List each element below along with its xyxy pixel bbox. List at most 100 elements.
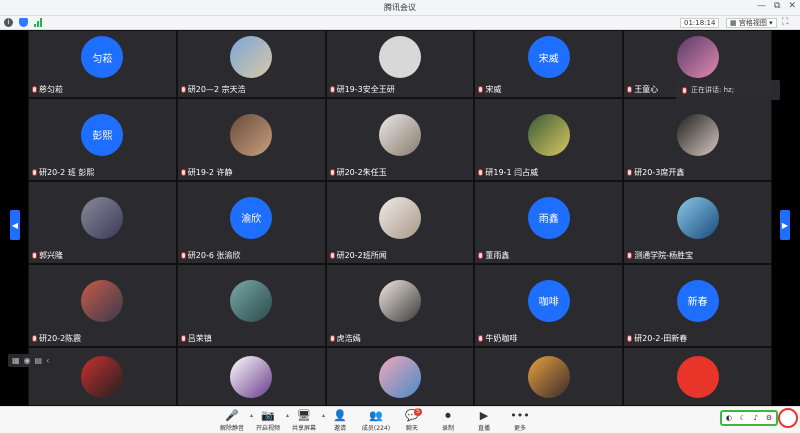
mic-muted-icon [627,169,633,176]
signal-icon[interactable] [34,18,43,27]
participant-label: 董雨鑫 [478,250,509,261]
view-mode-button[interactable]: ▦ 宫格视图 ▾ [726,18,777,28]
participant-name: 研19-3安全王研 [336,85,395,94]
participant-label: 研20-3席开鑫 [627,167,684,178]
toolbar-label: 直播 [477,425,490,432]
avatar [81,355,124,398]
toolbar-button-members[interactable]: 👥 成员(224) [358,409,394,432]
fullscreen-icon[interactable]: ⛶ [782,17,788,27]
participant-tile[interactable]: 研19-2 许静 [176,98,326,181]
next-page-button[interactable]: ▶ [780,210,790,240]
video-stage: 匀菘 慈匀菘 研20—2 宗天浩 研19-3安全王研 宋威 宋威 王童心 彭熙 研20-2 班 … [0,30,800,406]
toolbar-button-invite[interactable]: 👤 邀请 [322,409,358,432]
layout-controls: ▦ ◉ ▤ ‹ [8,354,54,367]
shield-icon[interactable] [19,18,28,27]
mic-muted-icon [32,169,37,176]
toolbar-button-chat[interactable]: 💬 聊天 5 [394,408,430,432]
avatar [676,113,719,156]
collapse-icon[interactable]: ‹ [46,356,49,365]
participant-tile[interactable] [325,347,475,406]
avatar: 匀菘 [81,36,124,78]
participant-tile[interactable]: 研20-3席开鑫 [623,98,772,181]
participant-label: 宋威 [478,84,501,95]
participant-name: 王童心 [634,85,659,94]
mic-muted-icon [478,335,484,342]
participant-tile[interactable]: 研20-2朱任玉 [325,98,475,181]
unread-badge: 5 [414,408,422,416]
toolbar-button-record[interactable]: ⏺ 录制 [430,409,466,432]
avatar: 宋威 [527,36,570,78]
participant-tile[interactable] [623,347,772,406]
speaking-text: 正在讲话: hz; [691,86,735,94]
mascot-icon[interactable] [778,408,798,428]
toolbar-label: 邀请 [333,425,346,432]
participant-name: 研19-1 闫占威 [485,168,539,177]
info-icon[interactable]: i [4,18,13,27]
participant-name: 牛奶咖啡 [485,334,518,343]
participant-tile[interactable]: 虎浩嫣 [325,264,475,347]
participant-tile[interactable] [474,347,624,406]
avatar [676,355,719,398]
participant-tile[interactable]: 雨鑫 董雨鑫 [474,181,624,264]
speaker-layout-icon[interactable]: ◉ [24,356,31,365]
participant-tile[interactable]: 研19-3安全王研 [325,30,475,98]
restore-icon[interactable]: ⧉ [774,1,780,11]
participant-label: 牛奶咖啡 [478,333,517,344]
participant-label: 研20—2 宗天浩 [180,84,246,95]
toolbar-label: 共享屏幕 [291,425,316,432]
toolbar-button-share-screen[interactable]: 🖥 共享屏幕 ▴ [286,409,325,432]
participant-label: 研20-6 张渝欣 [180,250,241,261]
participant-name: 研20-3席开鑫 [634,168,685,177]
tray-icon-4[interactable]: ⚙ [766,414,772,422]
participant-tile[interactable]: 匀菘慈匀菘 [28,30,177,98]
participant-label: 研20-2陈震 [32,333,81,344]
toolbar-label: 开启视频 [255,425,280,432]
participant-tile[interactable]: 吕荣镇 [176,264,326,347]
participant-tile[interactable]: 研20-2班所闻 [325,181,475,264]
participant-label: 慈匀菘 [32,84,63,95]
mic-muted-icon [32,335,37,342]
participant-tile[interactable]: 新春 研20-2-田新春 [623,264,772,347]
participant-name: 研20-2朱任玉 [336,168,387,177]
toolbar-button-camera-off[interactable]: 📷 开启视频 ▴ [250,409,289,432]
participant-tile[interactable]: 研20—2 宗天浩 [176,30,326,98]
close-icon[interactable]: ✕ [788,1,796,11]
grid-layout-icon[interactable]: ▦ [12,356,20,365]
participant-tile[interactable]: 渝欣 研20-6 张渝欣 [176,181,326,264]
prev-page-button[interactable]: ◀ [10,210,20,240]
tray-icon-3[interactable]: ♪ [754,414,758,422]
share-screen-icon: 🖥 [297,409,311,422]
toolbar-label: 录制 [441,425,454,432]
participant-tile[interactable]: 研19-1 闫占威 [474,98,624,181]
mic-muted-icon [627,252,633,259]
participant-name: 研20-2 班 彭熙 [39,168,95,177]
participant-name: 研20-2陈震 [39,334,82,343]
avatar [527,113,570,156]
participant-tile[interactable]: 彭熙 研20-2 班 彭熙 [28,98,177,181]
tray-icon-2[interactable]: ☾ [740,414,746,422]
list-layout-icon[interactable]: ▤ [35,356,43,365]
participant-label: 研19-3安全王研 [329,84,395,95]
participant-tile[interactable]: 郭兴隆 [28,181,177,264]
live-icon: ▶ [479,409,489,422]
toolbar-button-more[interactable]: ••• 更多 [502,409,538,432]
minimize-icon[interactable]: — [757,1,766,11]
toolbar-button-mic-muted[interactable]: 🎤 解除静音 ▴ [214,409,253,432]
participant-tile[interactable]: 研20-2陈震 [28,264,177,347]
toolbar-label: 解除静音 [219,425,244,432]
participant-label: 虎浩嫣 [329,333,361,344]
toolbar-button-live[interactable]: ▶ 直播 [466,409,502,432]
mic-muted-icon: 🎤 [225,409,239,422]
avatar [230,113,273,156]
participant-tile[interactable] [176,347,326,406]
mic-muted-icon [180,335,186,342]
participant-label: 研20-2 班 彭熙 [32,167,94,178]
avatar [527,355,570,398]
participant-name: 研20-2班所闻 [336,251,387,260]
participant-tile[interactable]: 咖啡 牛奶咖啡 [474,264,624,347]
participant-tile[interactable]: 宋威 宋威 [474,30,624,98]
tray-icon-1[interactable]: ◐ [726,414,732,422]
status-tray[interactable]: ◐ ☾ ♪ ⚙ [720,410,778,426]
mic-muted-icon [627,335,633,342]
participant-tile[interactable]: 测通学院-杨胜宝 [623,181,772,264]
